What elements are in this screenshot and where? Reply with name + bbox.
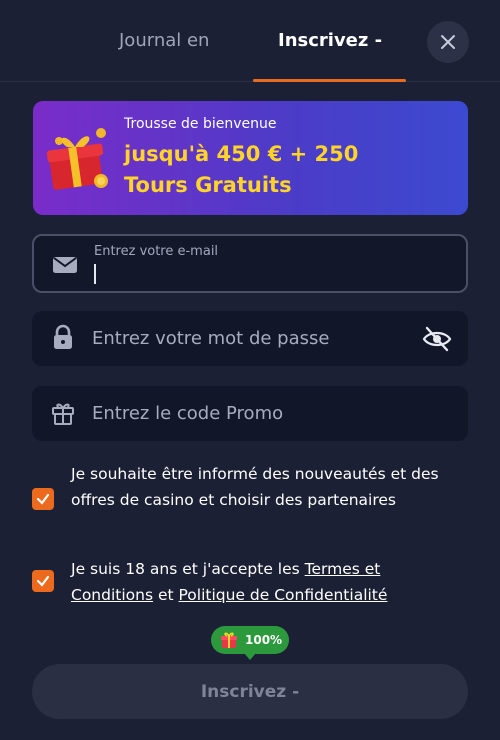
close-button[interactable] [427,21,469,63]
email-label: Entrez votre e-mail [94,244,219,259]
checkmark-icon [36,575,50,587]
terms-prefix: Je suis 18 ans et j'accepte les [71,560,305,578]
privacy-link[interactable]: Politique de Confidentialité [179,586,388,604]
auth-tabs: Journal en Inscrivez - [0,0,500,82]
password-field[interactable] [32,311,468,366]
terms-checkbox[interactable] [32,570,54,592]
promo-code-field[interactable] [32,386,468,441]
text-cursor [94,264,96,284]
promo-code-input[interactable] [92,386,392,441]
active-tab-indicator [253,79,406,82]
welcome-banner: Trousse de bienvenue jusqu'à 450 € + 250… [33,101,468,215]
banner-subtitle: Trousse de bienvenue [124,116,277,132]
checkmark-icon [36,493,50,505]
gift-box-icon [46,128,108,190]
banner-title: jusqu'à 450 € + 250 Tours Gratuits [124,142,359,197]
gift-icon [221,632,237,648]
hide-password-icon[interactable] [422,325,452,353]
tab-login[interactable]: Journal en [119,30,209,51]
lock-icon [54,324,72,349]
tab-signup[interactable]: Inscrivez - [278,30,382,51]
signup-submit-button[interactable]: Inscrivez - [32,664,468,719]
gift-icon [52,403,74,425]
password-input[interactable] [92,311,392,366]
newsletter-checkbox[interactable] [32,488,54,510]
close-icon [441,35,455,49]
terms-consent-text: Je suis 18 ans et j'accepte les Termes e… [71,556,466,608]
envelope-icon [53,257,77,273]
terms-and: et [153,586,179,604]
email-field[interactable]: Entrez votre e-mail [32,234,468,293]
newsletter-consent-text: Je souhaite être informé des nouveautés … [71,465,439,509]
progress-label: 100% [245,633,283,647]
progress-badge: 100% [211,626,289,660]
